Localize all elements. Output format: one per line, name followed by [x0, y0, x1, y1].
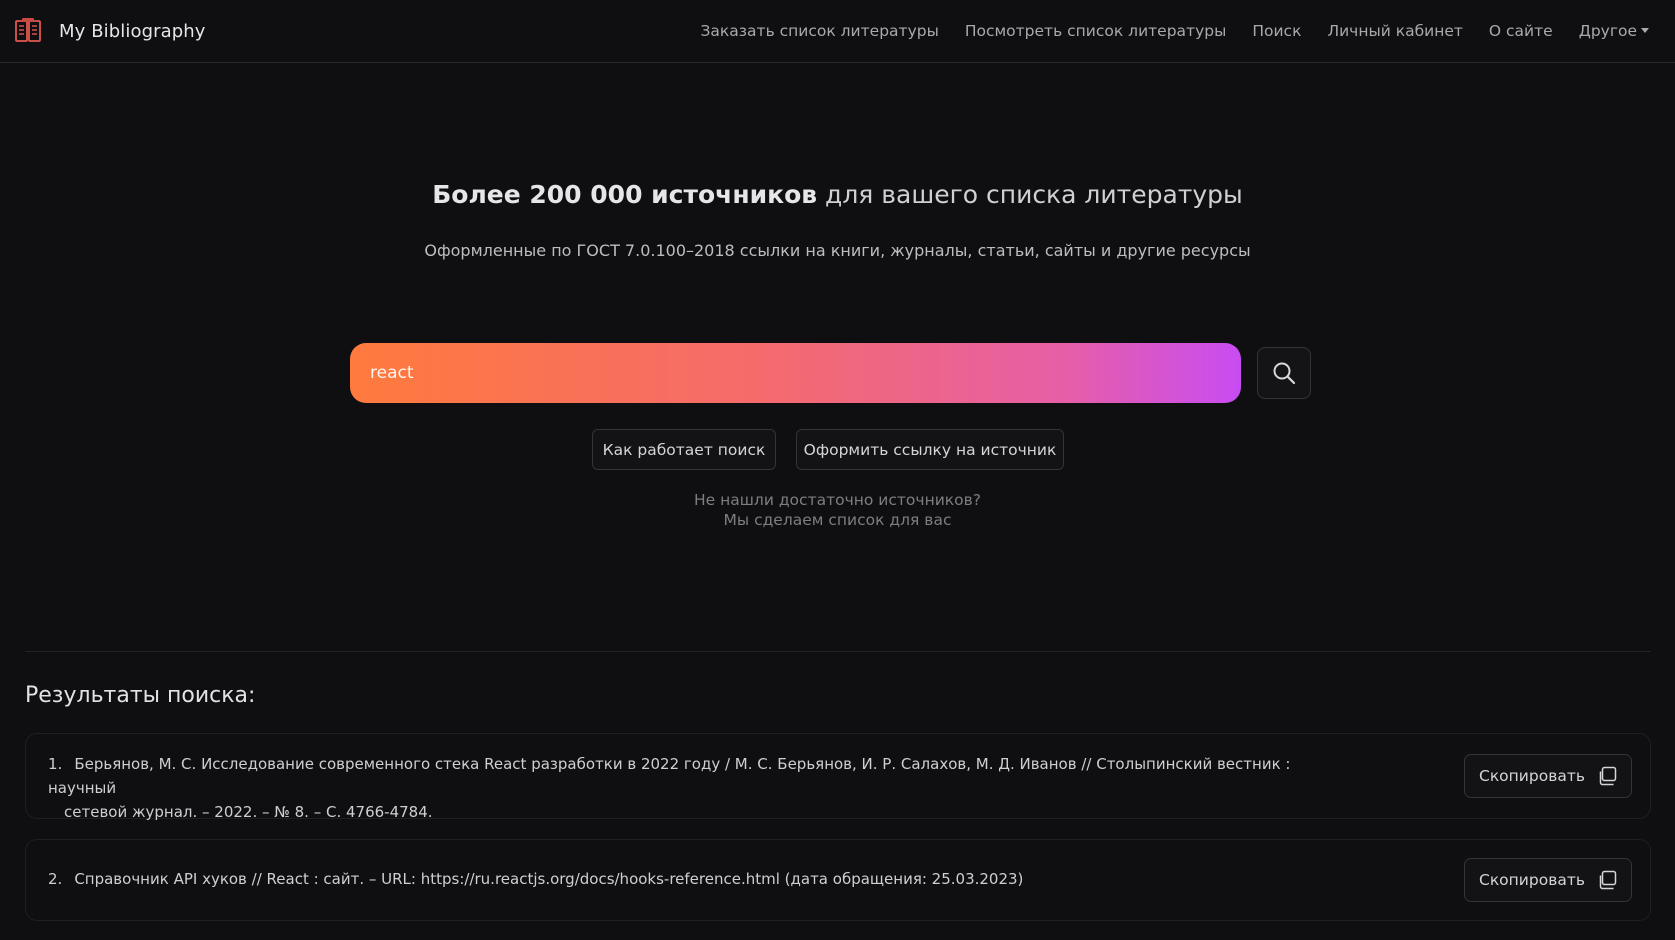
result-card: 1. Берьянов, М. С. Исследование современн…	[25, 733, 1651, 821]
result-line1: Берьянов, М. С. Исследование современног…	[48, 755, 1291, 797]
copy-icon	[1599, 870, 1617, 890]
brand-name: My Bibliography	[59, 20, 206, 42]
copy-button[interactable]: Скопировать	[1464, 754, 1632, 798]
format-reference-button[interactable]: Оформить ссылку на источник	[796, 429, 1064, 470]
result-citation[interactable]: 1. Берьянов, М. С. Исследование современн…	[48, 752, 1348, 824]
nav-other-dropdown[interactable]: Другое	[1566, 22, 1662, 40]
hero-title: Более 200 000 источников для вашего спис…	[0, 180, 1675, 209]
order-hint-line1[interactable]: Не нашли достаточно источников?	[0, 491, 1675, 509]
copy-label: Скопировать	[1479, 767, 1585, 785]
copy-button[interactable]: Скопировать	[1464, 858, 1632, 902]
nav-search[interactable]: Поиск	[1239, 22, 1314, 40]
search-input[interactable]	[350, 343, 1241, 403]
result-number: 1.	[48, 755, 63, 773]
results-title: Результаты поиска:	[25, 683, 256, 708]
book-icon	[15, 18, 41, 42]
copy-label: Скопировать	[1479, 871, 1585, 889]
hero-title-bold: Более 200 000 источников	[432, 180, 818, 209]
result-citation[interactable]: 2. Справочник API хуков // React : сайт. …	[48, 867, 1348, 891]
search-icon	[1273, 362, 1296, 385]
nav-account[interactable]: Личный кабинет	[1314, 22, 1475, 40]
hero-subtitle: Оформленные по ГОСТ 7.0.100–2018 ссылки …	[424, 241, 1251, 260]
result-card: 2. Справочник API хуков // React : сайт. …	[25, 839, 1651, 921]
nav-view-list[interactable]: Посмотреть список литературы	[952, 22, 1240, 40]
nav-about[interactable]: О сайте	[1476, 22, 1566, 40]
brand-link[interactable]: My Bibliography	[13, 16, 206, 46]
search-button[interactable]	[1257, 347, 1311, 399]
nav-order-list[interactable]: Заказать список литературы	[688, 22, 952, 40]
nav-links: Заказать список литературы Посмотреть сп…	[688, 22, 1663, 40]
section-divider	[25, 651, 1651, 652]
hero-title-rest: для вашего списка литературы	[817, 180, 1243, 209]
copy-icon	[1599, 766, 1617, 786]
result-line2: сетевой журнал. – 2022. – № 8. – С. 4766…	[64, 803, 433, 821]
result-line1: Справочник API хуков // React : сайт. – …	[74, 870, 1024, 888]
navbar: My Bibliography Заказать список литерату…	[0, 0, 1675, 63]
how-search-works-button[interactable]: Как работает поиск	[592, 429, 776, 470]
order-hint-line2[interactable]: Мы сделаем список для вас	[0, 511, 1675, 529]
result-number: 2.	[48, 870, 63, 888]
